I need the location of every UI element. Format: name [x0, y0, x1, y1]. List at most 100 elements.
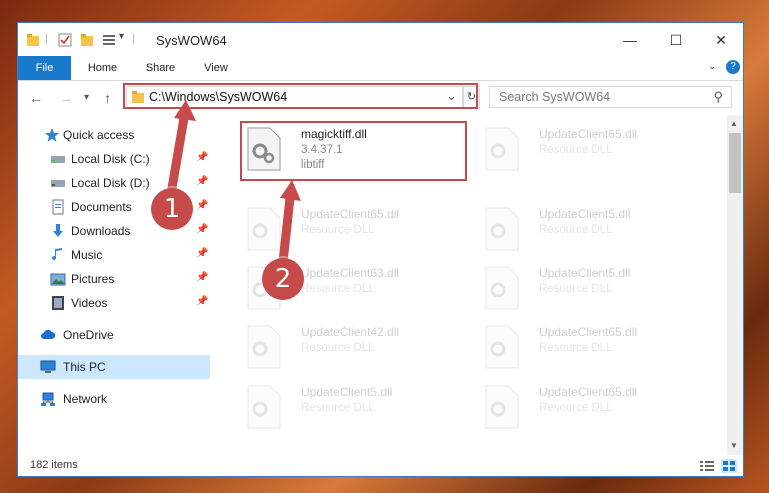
sidebar-item-this-pc[interactable]: This PC: [18, 355, 210, 379]
pin-icon[interactable]: 📌: [196, 152, 208, 163]
file-type: Resource DLL: [539, 402, 613, 414]
scrollbar-thumb[interactable]: [729, 133, 741, 193]
file-name: UpdateClient65.dll: [539, 127, 638, 141]
customize-icon[interactable]: [102, 33, 116, 47]
dll-file-icon: [485, 127, 519, 171]
annotation-address-highlight: [123, 83, 478, 109]
sidebar-item-videos[interactable]: Videos 📌: [18, 291, 210, 315]
scroll-down-arrow[interactable]: ▼: [730, 441, 738, 450]
dll-file-icon: [485, 207, 519, 251]
navigation-bar: ← → ▾ ↑ C:\Windows\SysWOW64 ⌄ ↻ Search S…: [18, 81, 743, 115]
file-tile[interactable]: UpdateClient65.dll Resource DLL: [478, 379, 698, 437]
folder-icon: [27, 34, 39, 46]
drive-icon: [51, 156, 65, 163]
file-tile[interactable]: UpdateClient65.dll Resource DLL: [478, 121, 698, 179]
pin-icon[interactable]: 📌: [196, 248, 208, 259]
file-name: UpdateClient65.dll: [539, 325, 638, 339]
sidebar-item-label: Quick access: [63, 128, 135, 142]
toolbar-separator: |: [45, 31, 49, 45]
sidebar-item-label: Videos: [71, 296, 108, 310]
file-tile[interactable]: UpdateClient65.dll Resource DLL: [240, 201, 460, 259]
file-type: Resource DLL: [301, 342, 375, 354]
window-title: SysWOW64: [156, 33, 227, 48]
maximize-button[interactable]: ☐: [656, 28, 696, 52]
up-button[interactable]: ↑: [104, 90, 111, 106]
annotation-step-2: 2: [262, 258, 304, 300]
tab-share[interactable]: Share: [138, 56, 183, 80]
new-folder-icon[interactable]: [80, 33, 94, 47]
tab-file[interactable]: File: [18, 56, 71, 80]
item-count: 182 items: [30, 459, 78, 471]
file-tile[interactable]: UpdateClient5.dll Resource DLL: [240, 379, 460, 437]
music-icon: [52, 248, 62, 261]
search-placeholder[interactable]: Search SysWOW64: [499, 90, 610, 104]
file-type: Resource DLL: [539, 283, 613, 295]
back-button[interactable]: ←: [29, 90, 43, 106]
help-icon[interactable]: ?: [726, 60, 740, 74]
file-tile[interactable]: UpdateClient65.dll Resource DLL: [478, 319, 698, 377]
minimize-button[interactable]: —: [610, 28, 650, 52]
file-tile[interactable]: UpdateClient5.dll Resource DLL: [478, 260, 698, 318]
properties-icon[interactable]: [58, 33, 72, 47]
pin-icon[interactable]: 📌: [196, 224, 208, 235]
pin-icon[interactable]: 📌: [196, 272, 208, 283]
scroll-up-arrow[interactable]: ▲: [730, 119, 738, 128]
sidebar-item-music[interactable]: Music 📌: [18, 243, 210, 267]
dll-file-icon: [485, 266, 519, 310]
computer-icon: [40, 360, 56, 373]
pictures-icon: [50, 273, 66, 286]
sidebar-item-label: This PC: [63, 360, 106, 374]
dll-file-icon: [485, 325, 519, 369]
status-bar: 182 items: [18, 455, 743, 476]
sidebar-item-network[interactable]: Network: [18, 387, 210, 411]
navigation-pane: Quick access Local Disk (C:) 📌 Local Dis…: [18, 115, 212, 445]
star-icon: [45, 128, 59, 142]
file-type: Resource DLL: [539, 144, 613, 156]
file-tile[interactable]: UpdateClient5.dll Resource DLL: [478, 201, 698, 259]
sidebar-item-quick-access[interactable]: Quick access: [18, 123, 210, 147]
sidebar-item-label: Documents: [71, 200, 132, 214]
sidebar-item-label: Local Disk (D:): [71, 176, 150, 190]
file-name: UpdateClient63.dll: [301, 266, 400, 280]
sidebar-item-pictures[interactable]: Pictures 📌: [18, 267, 210, 291]
tab-home[interactable]: Home: [80, 56, 125, 80]
title-separator: |: [132, 31, 136, 45]
vertical-scrollbar[interactable]: ▲ ▼: [727, 115, 743, 455]
chevron-down-icon[interactable]: ⌄: [708, 61, 716, 72]
sidebar-item-label: Pictures: [71, 272, 115, 286]
sidebar-item-label: Downloads: [71, 224, 131, 238]
cloud-icon: [41, 329, 56, 339]
recent-locations-button[interactable]: ▾: [84, 92, 89, 103]
sidebar-item-label: Network: [63, 392, 108, 406]
details-view-icon[interactable]: [699, 459, 715, 473]
annotation-file-highlight: [240, 121, 467, 181]
close-button[interactable]: ✕: [701, 28, 741, 52]
documents-icon: [52, 199, 64, 215]
tab-view[interactable]: View: [196, 56, 236, 80]
search-icon[interactable]: ⚲: [713, 89, 723, 105]
videos-icon: [52, 296, 64, 310]
forward-button[interactable]: →: [59, 90, 73, 106]
file-name: UpdateClient42.dll: [301, 325, 400, 339]
sidebar-item-local-disk-c[interactable]: Local Disk (C:) 📌: [18, 147, 210, 171]
pin-icon[interactable]: 📌: [196, 200, 208, 211]
dll-file-icon: [485, 385, 519, 429]
file-tile[interactable]: UpdateClient42.dll Resource DLL: [240, 319, 460, 377]
tiles-view-icon[interactable]: [721, 459, 737, 473]
pin-icon[interactable]: 📌: [196, 296, 208, 307]
file-name: UpdateClient65.dll: [301, 207, 400, 221]
file-type: Resource DLL: [301, 224, 375, 236]
file-name: UpdateClient5.dll: [539, 266, 631, 280]
file-type: Resource DLL: [539, 224, 613, 236]
sidebar-item-label: Local Disk (C:): [71, 152, 150, 166]
file-name: UpdateClient5.dll: [301, 385, 393, 399]
ribbon-tabs: File Home Share View ⌄ ?: [18, 56, 743, 81]
file-name: UpdateClient65.dll: [539, 385, 638, 399]
pin-icon[interactable]: 📌: [196, 176, 208, 187]
search-box[interactable]: Search SysWOW64 ⚲: [489, 86, 732, 108]
sidebar-item-label: OneDrive: [63, 328, 114, 342]
download-icon: [53, 224, 63, 237]
sidebar-item-onedrive[interactable]: OneDrive: [18, 323, 210, 347]
quick-access-dropdown[interactable]: ▾: [119, 31, 124, 45]
dll-file-icon: [247, 385, 281, 429]
